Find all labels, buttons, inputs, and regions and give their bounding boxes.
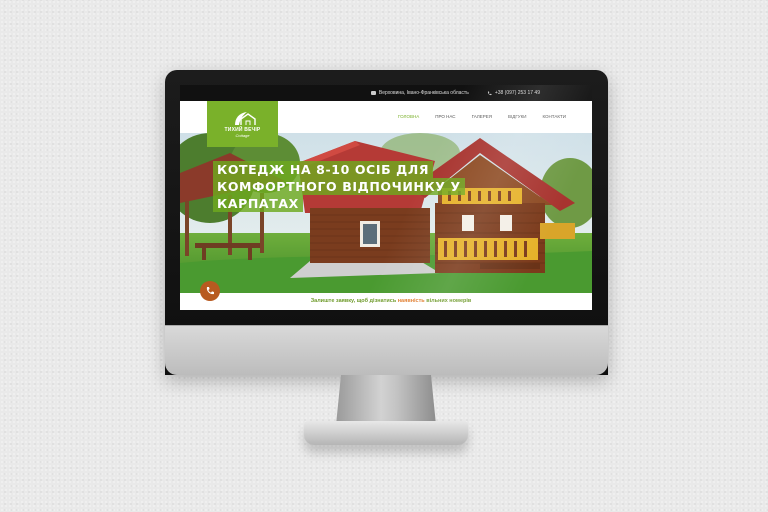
hero-banner: КОТЕДЖ НА 8-10 ОСІБ ДЛЯ КОМФОРТНОГО ВІДП… [180,133,592,293]
address-info: Верховина, Івано-Франківська область [370,90,469,96]
hero-title: КОТЕДЖ НА 8-10 ОСІБ ДЛЯ КОМФОРТНОГО ВІДП… [213,161,533,212]
main-menu: ГОЛОВНА ПРО НАС ГАЛЕРЕЯ ВІДГУКИ КОНТАКТИ [398,114,566,119]
monitor-chin [165,325,608,375]
hero-title-line2: КОМФОРТНОГО ВІДПОЧИНКУ У КАРПАТАХ [213,178,465,212]
cta-text-accent: наявність [397,298,425,304]
top-info-bar: Верховина, Івано-Франківська область +38… [180,85,592,101]
navbar: ТИХИЙ ВЕЧІР Cottage ГОЛОВНА ПРО НАС ГАЛЕ… [180,101,592,147]
phone-info[interactable]: +38 (097) 253 17 49 [487,90,540,96]
menu-item-contacts[interactable]: КОНТАКТИ [542,114,566,119]
monitor-stand [336,375,436,425]
hero-title-line1: КОТЕДЖ НА 8-10 ОСІБ ДЛЯ [213,161,434,178]
cottage-photo [180,133,592,293]
menu-item-home[interactable]: ГОЛОВНА [398,114,419,119]
cta-text-before: Залиште заявку, щоб дізнатись [310,298,398,304]
phone-number[interactable]: +38 (097) 253 17 49 [495,90,540,96]
mail-icon [370,91,376,95]
phone-icon [487,91,492,95]
menu-item-about[interactable]: ПРО НАС [435,114,455,119]
menu-item-gallery[interactable]: ГАЛЕРЕЯ [472,114,492,119]
call-button[interactable] [200,281,220,301]
cta-text-after: вільних номерів [424,298,472,304]
address-text: Верховина, Івано-Франківська область [378,90,469,96]
monitor-stand-base [304,421,468,445]
phone-icon [206,287,214,295]
menu-item-reviews[interactable]: ВІДГУКИ [508,114,526,119]
leaf-house-logo-icon [234,112,256,125]
logo-subtitle: Cottage [235,133,250,138]
website-screen: Верховина, Івано-Франківська область +38… [180,85,592,310]
cta-line: Залиште заявку, щоб дізнатись наявність … [180,293,592,310]
site-logo[interactable]: ТИХИЙ ВЕЧІР Cottage [207,101,278,147]
